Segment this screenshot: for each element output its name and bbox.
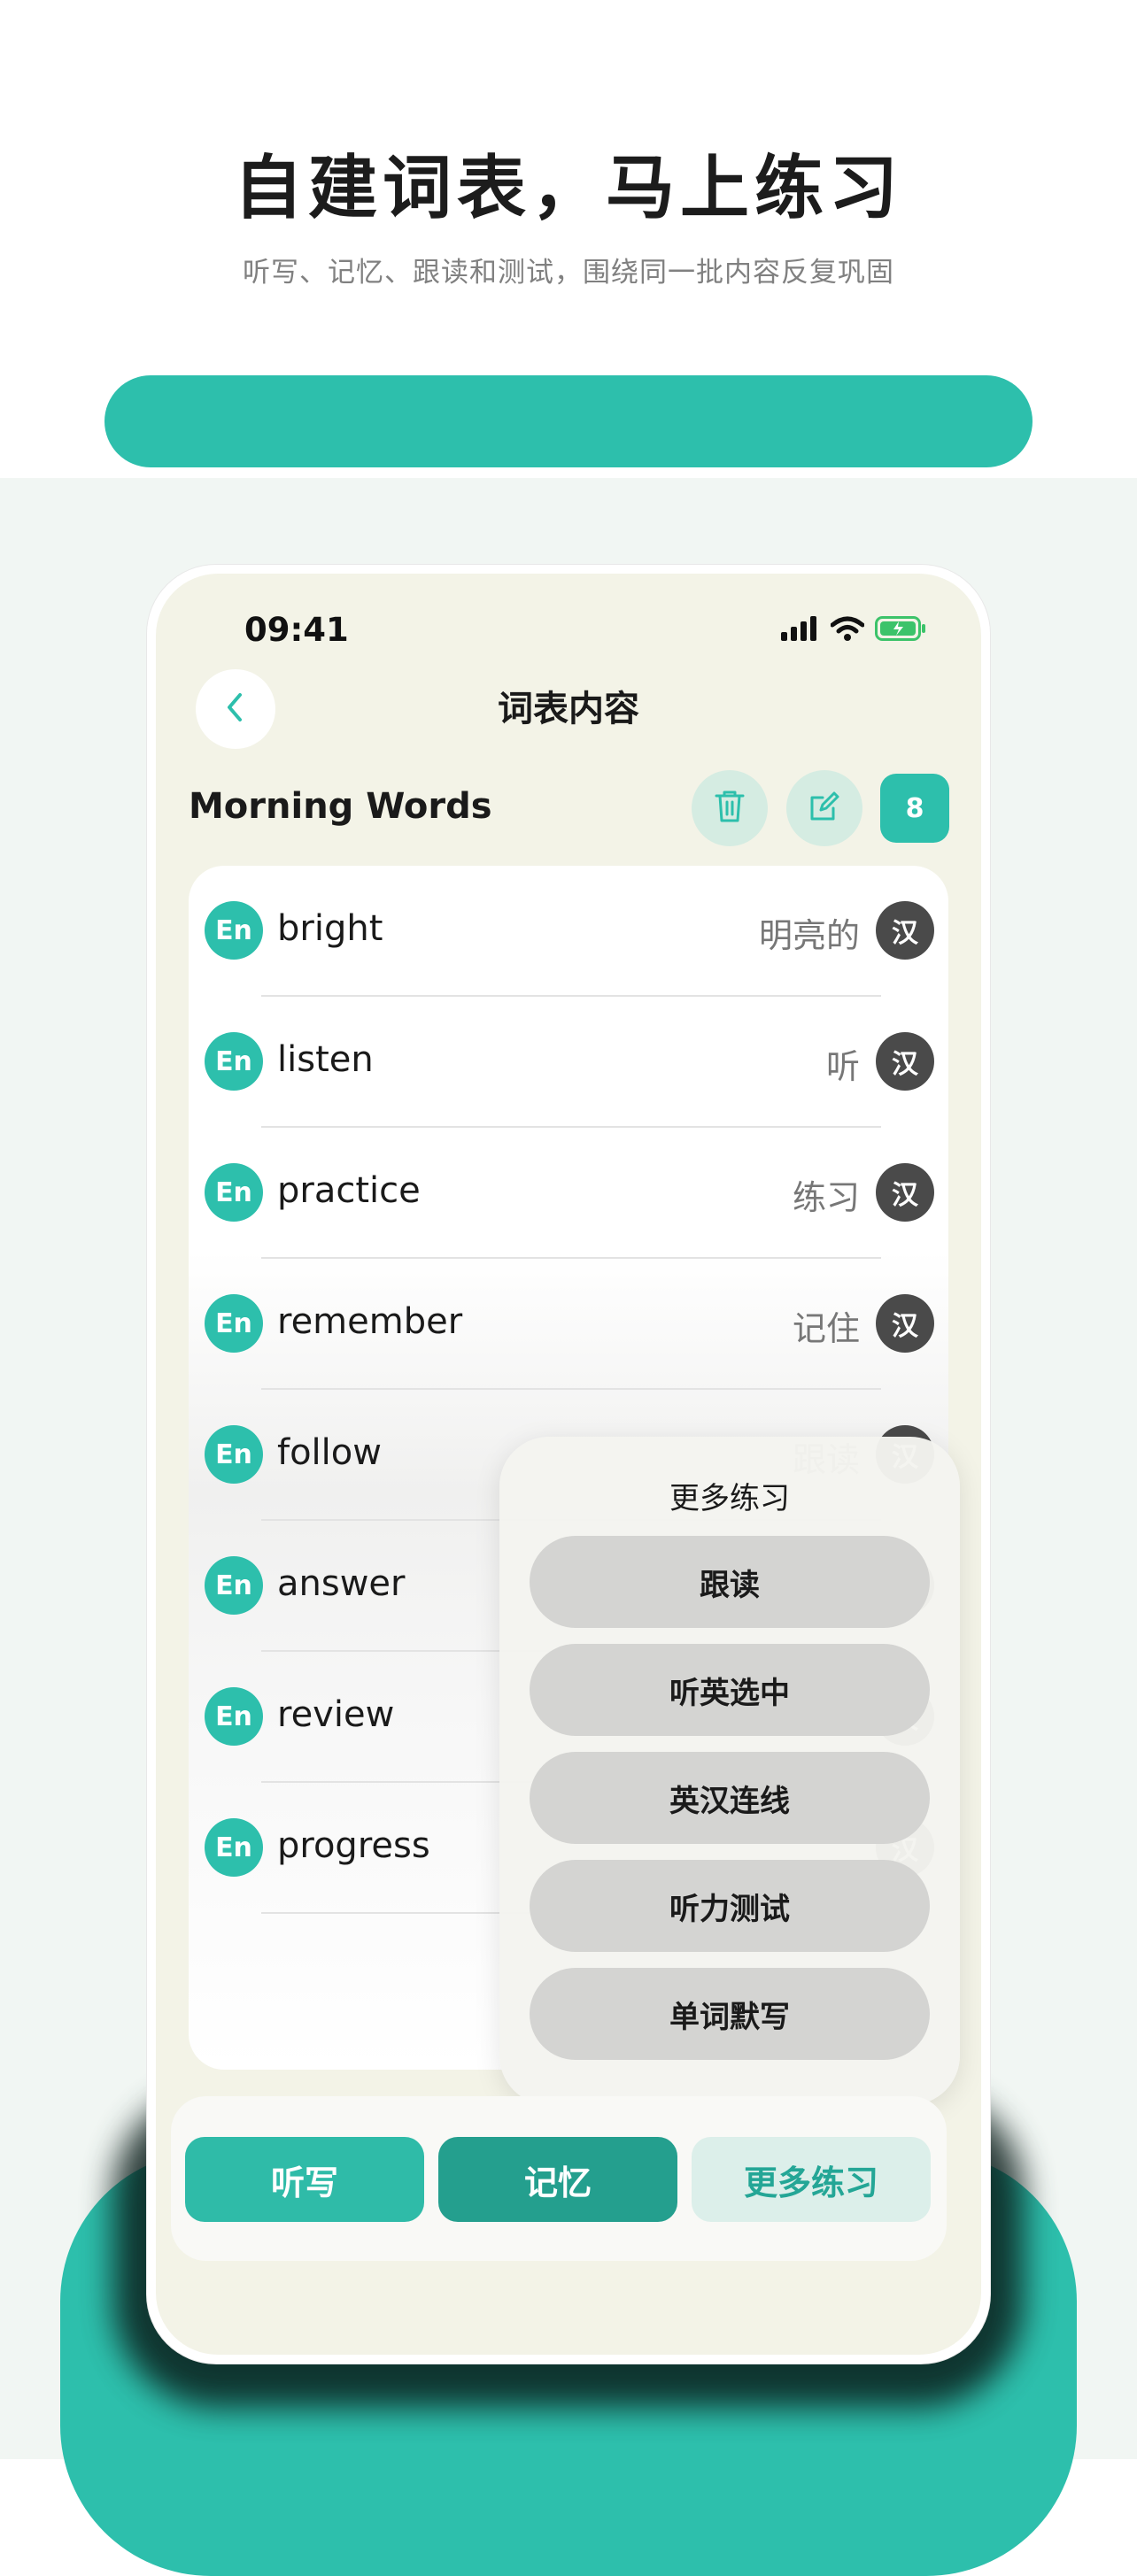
english-audio-badge[interactable]: En	[205, 1556, 263, 1615]
practice-option-read-along[interactable]: 跟读	[530, 1536, 930, 1628]
bottom-action-bar: 听写 记忆 更多练习	[171, 2096, 947, 2261]
list-item[interactable]: En practice 练习 汉	[189, 1128, 948, 1259]
english-audio-badge[interactable]: En	[205, 1163, 263, 1222]
english-audio-badge[interactable]: En	[205, 1687, 263, 1746]
chinese-audio-badge[interactable]: 汉	[876, 901, 934, 960]
list-item[interactable]: En listen 听 汉	[189, 997, 948, 1128]
word-text: follow	[277, 1432, 382, 1473]
english-audio-badge[interactable]: En	[205, 1294, 263, 1353]
word-text: remember	[277, 1301, 463, 1342]
word-meaning: 听	[825, 1047, 860, 1086]
memory-button[interactable]: 记忆	[438, 2137, 677, 2222]
trash-icon	[714, 789, 746, 828]
hero-subtitle: 听写、记忆、跟读和测试，围绕同一批内容反复巩固	[243, 257, 894, 289]
english-audio-badge[interactable]: En	[205, 901, 263, 960]
word-count-badge: 8	[880, 774, 949, 843]
popup-title: 更多练习	[669, 1481, 790, 1516]
list-item[interactable]: En remember 记住 汉	[189, 1259, 948, 1390]
word-text: review	[277, 1694, 395, 1735]
dictation-button[interactable]: 听写	[185, 2137, 424, 2222]
status-time: 09:41	[244, 611, 349, 649]
edit-icon	[807, 789, 842, 828]
practice-option-spelling[interactable]: 单词默写	[530, 1968, 930, 2060]
practice-option-listen-select[interactable]: 听英选中	[530, 1644, 930, 1736]
phone-screen: 09:41 词表内容 Morning Words 8 En bright 明亮的…	[156, 574, 981, 2355]
word-meaning: 记住	[792, 1309, 860, 1348]
word-text: bright	[277, 908, 383, 949]
signal-icon	[781, 616, 820, 644]
english-audio-badge[interactable]: En	[205, 1425, 263, 1484]
wifi-icon	[830, 616, 865, 644]
chinese-audio-badge[interactable]: 汉	[876, 1163, 934, 1222]
edit-button[interactable]	[786, 770, 862, 846]
page-title: 词表内容	[498, 689, 639, 729]
list-item[interactable]: En bright 明亮的 汉	[189, 866, 948, 997]
phone-frame: 09:41 词表内容 Morning Words 8 En bright 明亮的…	[147, 565, 990, 2364]
practice-option-match[interactable]: 英汉连线	[530, 1752, 930, 1844]
chinese-audio-badge[interactable]: 汉	[876, 1032, 934, 1091]
hero-section: 自建词表，马上练习 听写、记忆、跟读和测试，围绕同一批内容反复巩固	[0, 0, 1137, 478]
word-meaning: 明亮的	[758, 916, 860, 955]
word-list-name: Morning Words	[189, 786, 492, 827]
hero-title: 自建词表，马上练习	[233, 149, 903, 228]
english-audio-badge[interactable]: En	[205, 1032, 263, 1091]
hero-decorative-bar	[104, 375, 1033, 467]
status-icons	[781, 613, 926, 648]
battery-icon	[875, 616, 926, 644]
delete-button[interactable]	[692, 770, 768, 846]
english-audio-badge[interactable]: En	[205, 1818, 263, 1877]
word-meaning: 练习	[792, 1178, 860, 1217]
practice-option-listening-test[interactable]: 听力测试	[530, 1860, 930, 1952]
more-practice-button[interactable]: 更多练习	[692, 2137, 931, 2222]
word-text: practice	[277, 1170, 421, 1211]
word-text: progress	[277, 1825, 430, 1866]
word-text: listen	[277, 1039, 374, 1080]
word-text: answer	[277, 1563, 406, 1604]
more-practice-popup: 更多练习 跟读 听英选中 英汉连线 听力测试 单词默写	[499, 1437, 960, 2105]
chinese-audio-badge[interactable]: 汉	[876, 1294, 934, 1353]
